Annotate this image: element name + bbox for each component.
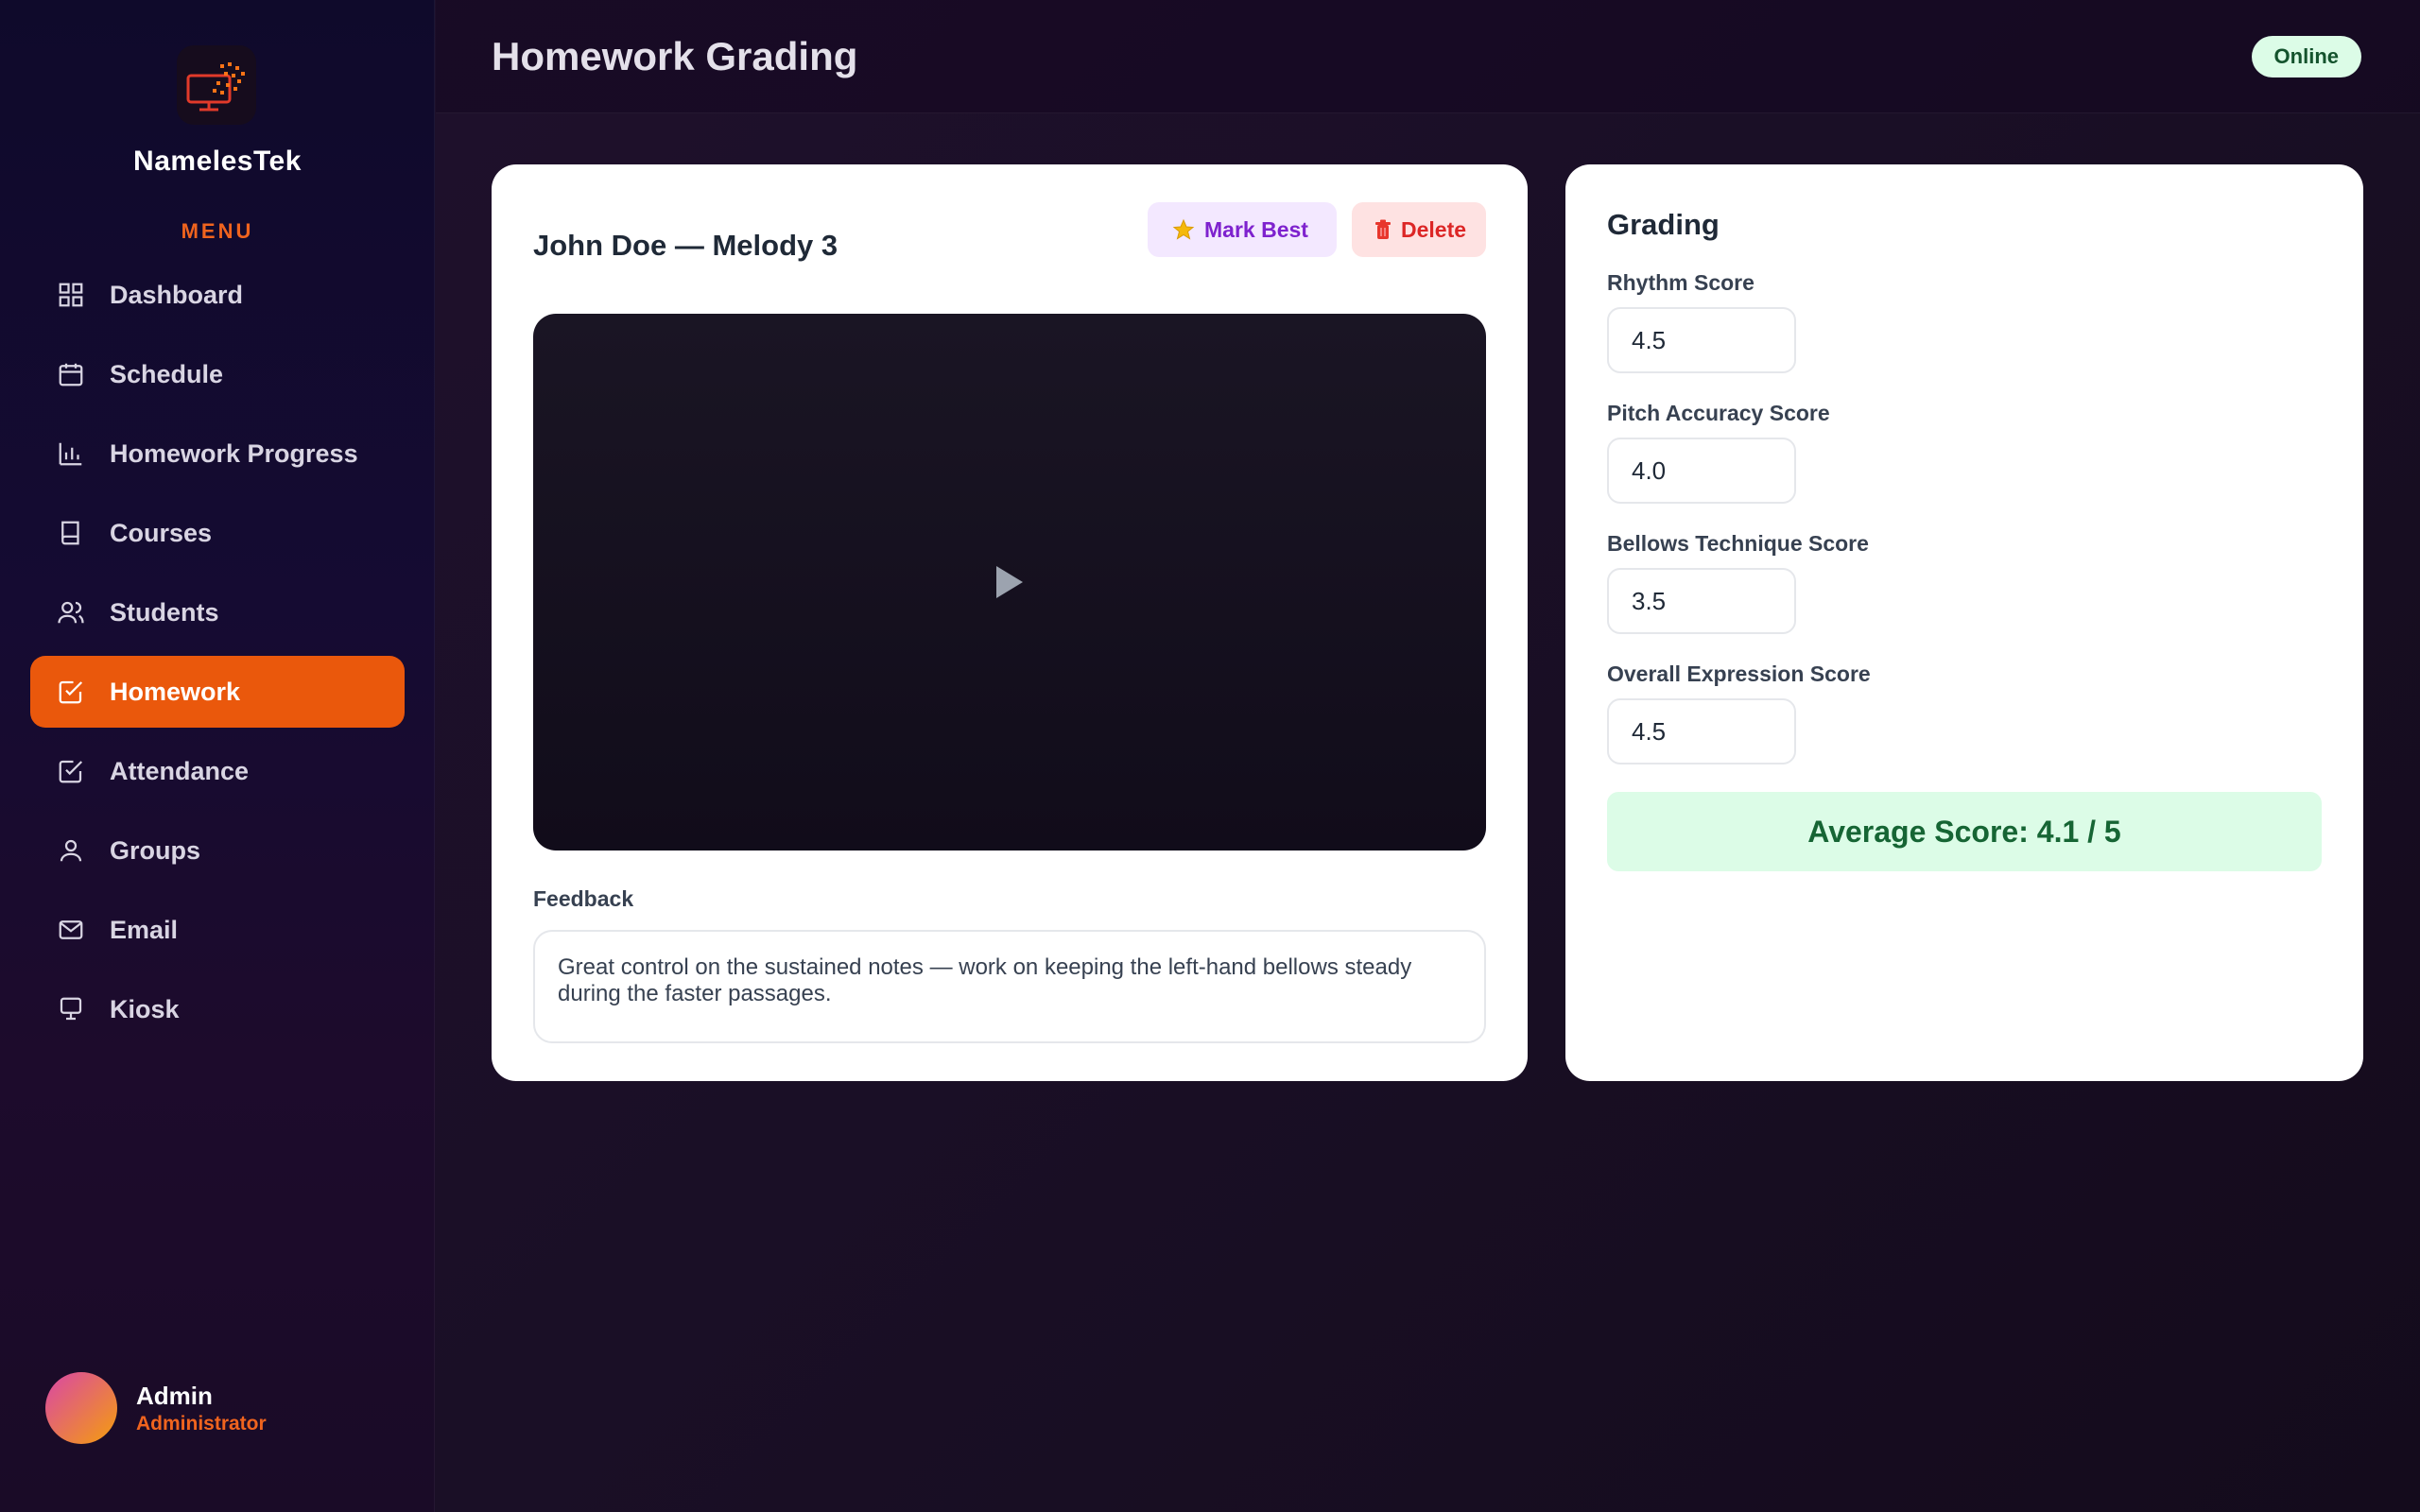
trash-icon — [1374, 219, 1392, 240]
mark-best-button[interactable]: Mark Best — [1148, 202, 1337, 257]
sidebar-item-homework-progress[interactable]: Homework Progress — [30, 418, 405, 490]
user-name: Admin — [136, 1381, 213, 1410]
pitch-accuracy-score-field: Pitch Accuracy Score — [1607, 401, 1830, 504]
overall-expression-score-field: Overall Expression Score — [1607, 662, 1871, 765]
grid-icon — [59, 283, 83, 307]
feedback-label: Feedback — [533, 886, 634, 911]
sidebar-item-label: Dashboard — [110, 280, 244, 309]
bellows-technique-score-field: Bellows Technique Score — [1607, 531, 1869, 634]
sidebar: NamelesTek MENU Dashboard Schedule Homew… — [0, 0, 435, 1512]
sidebar-item-email[interactable]: Email — [30, 894, 405, 966]
field-label: Overall Expression Score — [1607, 662, 1871, 686]
sidebar-item-label: Email — [110, 915, 179, 944]
bar-chart-icon — [59, 442, 82, 466]
grading-title: Grading — [1607, 208, 1720, 241]
sidebar-item-attendance[interactable]: Attendance — [30, 735, 405, 807]
brand-name: NamelesTek — [133, 146, 302, 177]
sidebar-item-label: Homework Progress — [110, 438, 358, 468]
page-title: Homework Grading — [492, 34, 858, 78]
monitor-logo-icon — [186, 62, 245, 112]
sidebar-item-kiosk[interactable]: Kiosk — [30, 973, 405, 1045]
rhythm-score-field: Rhythm Score — [1607, 270, 1796, 373]
field-label: Bellows Technique Score — [1607, 531, 1869, 556]
delete-button[interactable]: Delete — [1352, 202, 1486, 257]
user-text: Admin Administrator — [136, 1382, 267, 1435]
sidebar-item-groups[interactable]: Groups — [30, 815, 405, 886]
overall-expression-score-input[interactable] — [1607, 698, 1796, 765]
sidebar-item-label: Attendance — [110, 756, 250, 785]
bellows-technique-score-input[interactable] — [1607, 568, 1796, 634]
grading-card: Grading Rhythm Score Pitch Accuracy Scor… — [1565, 164, 2363, 1081]
monitor-icon — [60, 997, 82, 1021]
play-icon[interactable] — [993, 563, 1027, 601]
calendar-icon — [59, 363, 83, 387]
users-icon — [58, 601, 84, 624]
avatar — [45, 1372, 117, 1444]
sidebar-item-label: Kiosk — [110, 994, 180, 1023]
menu-label: MENU — [181, 219, 254, 243]
sidebar-item-schedule[interactable]: Schedule — [30, 338, 405, 410]
submission-card: John Doe — Melody 3 Mark Best Delete Fee… — [492, 164, 1528, 1081]
user-icon — [60, 839, 82, 862]
mark-best-label: Mark Best — [1204, 216, 1308, 242]
field-label: Pitch Accuracy Score — [1607, 401, 1830, 425]
feedback-textarea[interactable]: Great control on the sustained notes — w… — [533, 930, 1486, 1043]
sidebar-item-students[interactable]: Students — [30, 576, 405, 648]
delete-label: Delete — [1401, 216, 1467, 242]
field-label: Rhythm Score — [1607, 270, 1754, 295]
check-square-icon — [59, 680, 83, 704]
sidebar-item-label: Schedule — [110, 359, 224, 388]
average-score: Average Score: 4.1 / 5 — [1607, 792, 2322, 871]
sidebar-nav: Dashboard Schedule Homework Progress Cou… — [30, 259, 405, 1053]
video-player[interactable] — [533, 314, 1486, 850]
sidebar-item-label: Courses — [110, 518, 213, 547]
check-square-icon — [59, 760, 83, 783]
sidebar-item-homework[interactable]: Homework — [30, 656, 405, 728]
page-header: Homework Grading Online — [436, 0, 2420, 113]
user-role: Administrator — [136, 1412, 267, 1435]
status-badge: Online — [2251, 36, 2361, 77]
sidebar-item-dashboard[interactable]: Dashboard — [30, 259, 405, 331]
sidebar-item-courses[interactable]: Courses — [30, 497, 405, 569]
brand-logo[interactable] — [177, 45, 256, 125]
mail-icon — [59, 920, 83, 939]
user-profile[interactable]: Admin Administrator — [45, 1372, 267, 1444]
sidebar-item-label: Groups — [110, 835, 201, 865]
sidebar-item-label: Students — [110, 597, 219, 627]
rhythm-score-input[interactable] — [1607, 307, 1796, 373]
pitch-accuracy-score-input[interactable] — [1607, 438, 1796, 504]
sidebar-item-label: Homework — [110, 677, 241, 706]
submission-title: John Doe — Melody 3 — [533, 229, 838, 262]
book-icon — [61, 521, 79, 545]
star-icon — [1172, 218, 1195, 241]
